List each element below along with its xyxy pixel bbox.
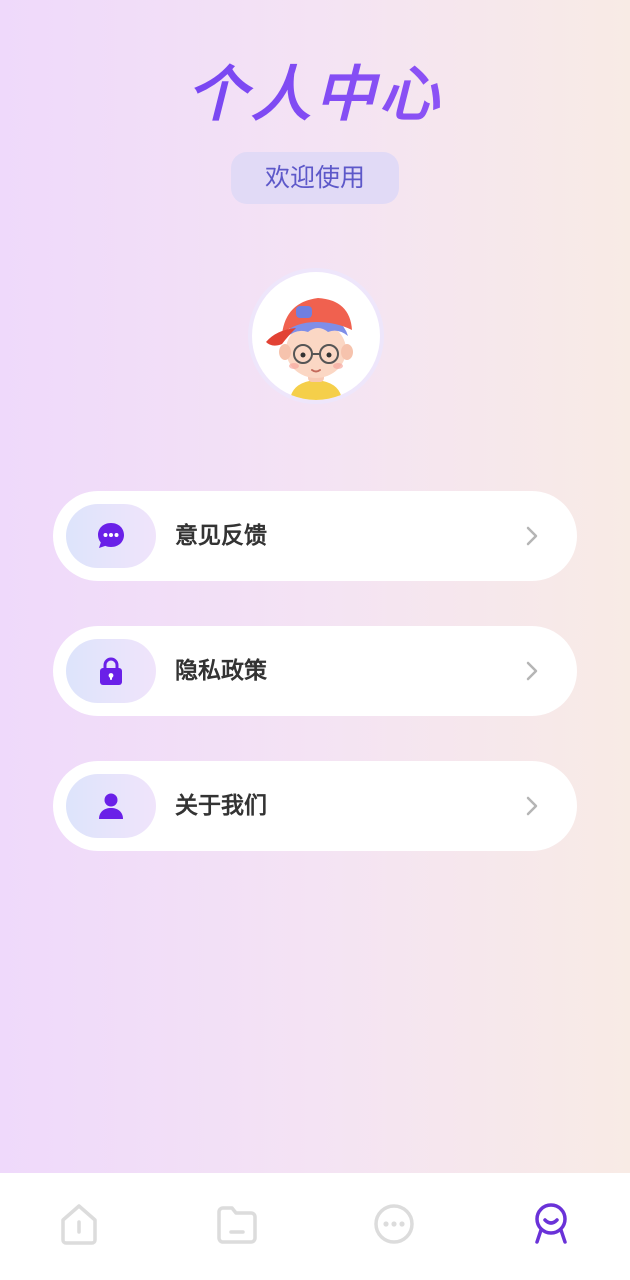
menu-item-about[interactable]: 关于我们 (53, 761, 577, 851)
menu-item-label: 隐私政策 (175, 658, 267, 684)
user-icon (99, 793, 123, 819)
tab-home[interactable] (55, 1200, 103, 1248)
profile-screen: 个人中心 欢迎使用 意见反馈 隐私政策 关于我们 (0, 0, 630, 1280)
avatar-illustration (266, 298, 353, 400)
chevron-right-icon (526, 661, 538, 681)
avatar[interactable] (252, 272, 380, 400)
tab-messages[interactable] (370, 1200, 418, 1248)
message-icon (374, 1204, 414, 1244)
menu-item-label: 关于我们 (175, 793, 267, 819)
feedback-icon-pill (66, 504, 156, 568)
chevron-right-icon (526, 526, 538, 546)
folder-icon (217, 1206, 257, 1244)
tab-profile[interactable] (527, 1200, 575, 1248)
tab-folder[interactable] (213, 1200, 261, 1248)
home-icon (61, 1204, 97, 1245)
page-title: 个人中心 (0, 55, 630, 135)
bottom-tab-bar (0, 1173, 630, 1280)
profile-icon (535, 1203, 567, 1244)
chat-bubble-icon (98, 523, 124, 548)
about-icon-pill (66, 774, 156, 838)
welcome-badge: 欢迎使用 (231, 152, 399, 204)
menu-item-feedback[interactable]: 意见反馈 (53, 491, 577, 581)
menu-item-label: 意见反馈 (175, 523, 267, 549)
lock-icon (100, 657, 122, 685)
chevron-right-icon (526, 796, 538, 816)
menu-item-privacy[interactable]: 隐私政策 (53, 626, 577, 716)
privacy-icon-pill (66, 639, 156, 703)
